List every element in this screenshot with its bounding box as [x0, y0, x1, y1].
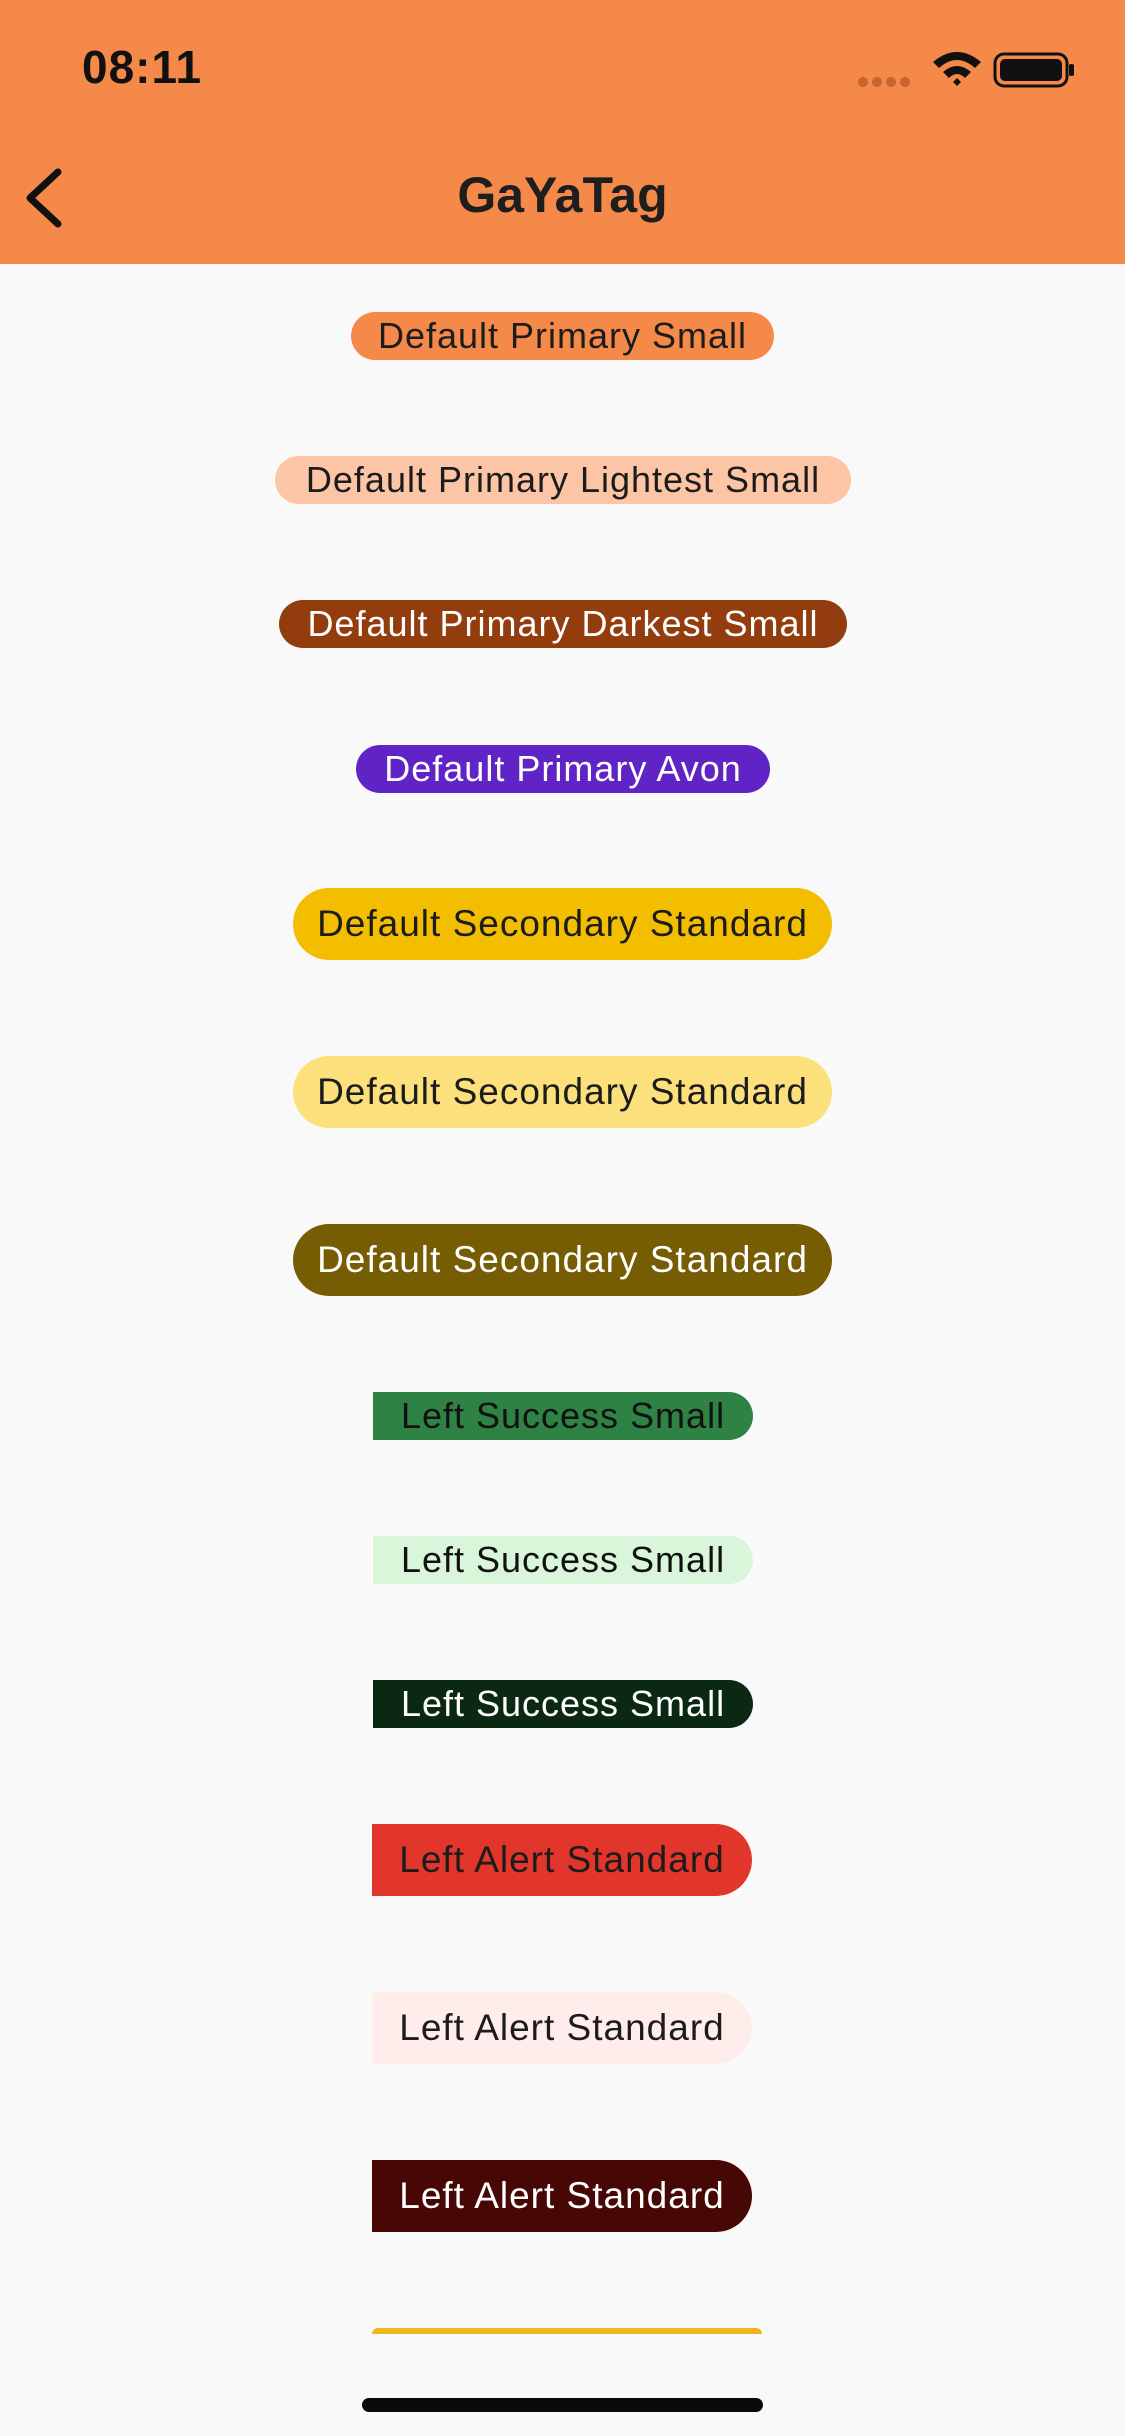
tag-left-alert-standard: Left Alert Standard: [372, 1824, 752, 1896]
tag-label: Left Success Small: [400, 1539, 726, 1580]
tag-default-primary-lightest-small: Default Primary Lightest Small: [275, 456, 851, 504]
tag-label: Default Primary Avon: [384, 748, 742, 789]
tag-default-primary-avon: Default Primary Avon: [356, 745, 770, 793]
tag-default-secondary-standard-lightest: Default Secondary Standard: [293, 1056, 832, 1128]
tag-default-primary-small: Default Primary Small: [351, 312, 774, 360]
tag-label: Default Secondary Standard: [317, 1239, 808, 1280]
page-title: GaYaTag: [457, 167, 668, 223]
home-indicator[interactable]: [362, 2398, 763, 2412]
tag-label: Default Primary Small: [377, 315, 748, 356]
tag-left-success-small: Left Success Small: [373, 1392, 753, 1440]
tag-left-success-small-darkest: Left Success Small: [373, 1680, 753, 1728]
navigation-header: 08:11 GaYaTag: [0, 0, 1125, 264]
tag-label: Default Secondary Standard: [317, 903, 808, 944]
tag-left-alert-standard-darkest: Left Alert Standard: [372, 2160, 752, 2232]
tag-label: Left Alert Standard: [399, 2007, 725, 2048]
tag-default-primary-darkest-small: Default Primary Darkest Small: [279, 600, 847, 648]
tag-label: Left Alert Standard: [399, 2175, 725, 2216]
tag-default-secondary-standard-darkest: Default Secondary Standard: [293, 1224, 832, 1296]
wifi-icon: [933, 52, 981, 86]
tag-label: Left Success Small: [400, 1683, 726, 1724]
tag-label: Left Success Small: [400, 1395, 726, 1436]
tag-label: Default Primary Lightest Small: [305, 459, 821, 500]
battery-icon: [993, 52, 1074, 88]
tag-default-secondary-standard: Default Secondary Standard: [293, 888, 832, 960]
status-icons: [855, 46, 1085, 92]
partial-tag-edge: [372, 2328, 762, 2334]
tag-left-alert-standard-lightest: Left Alert Standard: [372, 1992, 752, 2064]
signal-icon: [858, 77, 910, 87]
tag-label: Left Alert Standard: [399, 1839, 725, 1880]
status-time: 08:11: [82, 41, 203, 93]
tag-label: Default Secondary Standard: [317, 1071, 808, 1112]
tag-label: Default Primary Darkest Small: [307, 603, 819, 644]
tag-left-success-small-lightest: Left Success Small: [373, 1536, 753, 1584]
